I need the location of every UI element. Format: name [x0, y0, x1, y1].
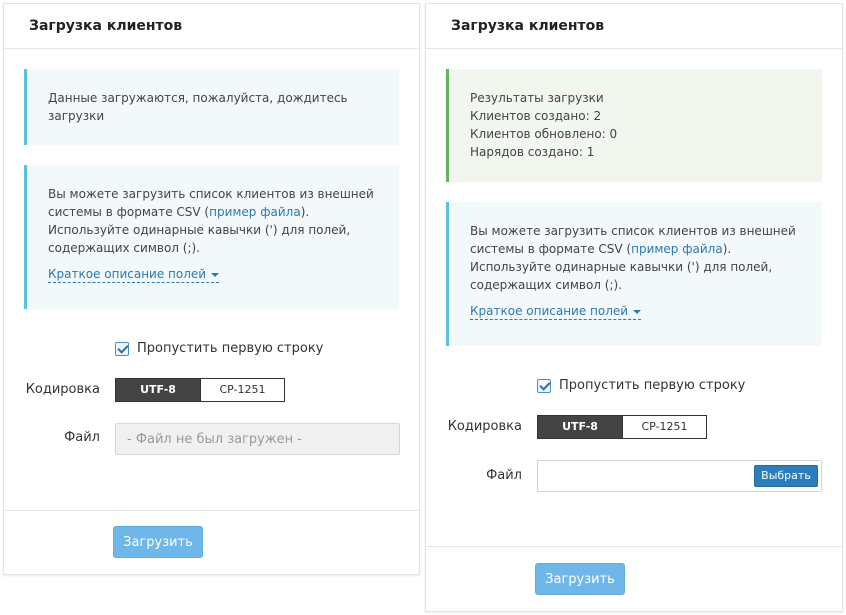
upload-panel-right: Загрузка клиентов Результаты загрузки Кл…	[425, 3, 843, 612]
encoding-option-cp1251[interactable]: CP-1251	[200, 379, 284, 401]
panel-title: Загрузка клиентов	[426, 4, 842, 49]
checkbox-label: Пропустить первую строку	[559, 378, 746, 393]
encoding-option-utf8[interactable]: UTF-8	[538, 416, 622, 438]
info-line: системы в формате CSV (пример файла).	[470, 242, 732, 256]
upload-button[interactable]: Загрузить	[535, 563, 625, 595]
encoding-selector: UTF-8 CP-1251	[537, 415, 707, 439]
info-line: системы в формате CSV (пример файла).	[48, 205, 310, 219]
encoding-label: Кодировка	[447, 419, 522, 434]
result-line: Клиентов обновлено: 0	[470, 127, 618, 141]
upload-panel-left: Загрузка клиентов Данные загружаются, по…	[3, 3, 420, 575]
encoding-option-cp1251[interactable]: CP-1251	[622, 416, 706, 438]
encoding-option-utf8[interactable]: UTF-8	[116, 379, 200, 401]
checkmark-icon[interactable]	[537, 378, 551, 393]
sample-file-link[interactable]: пример файла	[631, 242, 723, 256]
skip-first-row-checkbox[interactable]: Пропустить первую строку	[537, 378, 745, 393]
info-line: содержащих символ (;).	[48, 241, 200, 255]
info-line: содержащих символ (;).	[470, 278, 622, 292]
fields-description-toggle[interactable]: Краткое описание полей	[470, 304, 642, 320]
choose-file-button[interactable]: Выбрать	[754, 465, 818, 487]
file-label: Файл	[486, 468, 522, 483]
caret-down-icon	[211, 272, 220, 277]
footer-divider	[426, 546, 842, 547]
footer-divider	[4, 510, 419, 511]
file-input-disabled: - Файл не был загружен -	[115, 423, 400, 455]
status-line: загрузки	[48, 109, 105, 123]
upload-results-alert: Результаты загрузки Клиентов создано: 2 …	[446, 69, 822, 182]
checkbox-label: Пропустить первую строку	[137, 341, 324, 356]
result-line: Результаты загрузки	[470, 91, 604, 105]
toggle-label: Краткое описание полей	[48, 267, 207, 281]
encoding-label: Кодировка	[25, 382, 100, 397]
csv-info-alert: Вы можете загрузить список клиентов из в…	[446, 202, 822, 346]
status-line: Данные загружаются, пожалуйста, дождитес…	[48, 91, 348, 105]
sample-file-link[interactable]: пример файла	[209, 205, 301, 219]
skip-first-row-checkbox[interactable]: Пропустить первую строку	[115, 341, 323, 356]
upload-button[interactable]: Загрузить	[113, 526, 203, 558]
file-input[interactable]: Выбрать	[537, 460, 822, 492]
checkmark-icon[interactable]	[115, 341, 129, 356]
info-line: Используйте одинарные кавычки (') для по…	[48, 223, 351, 237]
fields-description-toggle[interactable]: Краткое описание полей	[48, 267, 220, 283]
info-line: Вы можете загрузить список клиентов из в…	[48, 187, 374, 201]
toggle-label: Краткое описание полей	[470, 304, 629, 318]
csv-info-alert: Вы можете загрузить список клиентов из в…	[24, 165, 399, 309]
info-line: Вы можете загрузить список клиентов из в…	[470, 224, 796, 238]
result-line: Нарядов создано: 1	[470, 145, 595, 159]
encoding-selector: UTF-8 CP-1251	[115, 378, 285, 402]
result-line: Клиентов создано: 2	[470, 109, 602, 123]
info-line: Используйте одинарные кавычки (') для по…	[470, 260, 773, 274]
loading-status-alert: Данные загружаются, пожалуйста, дождитес…	[24, 69, 399, 145]
caret-down-icon	[633, 309, 642, 314]
file-label: Файл	[64, 430, 100, 445]
panel-title: Загрузка клиентов	[4, 4, 419, 49]
